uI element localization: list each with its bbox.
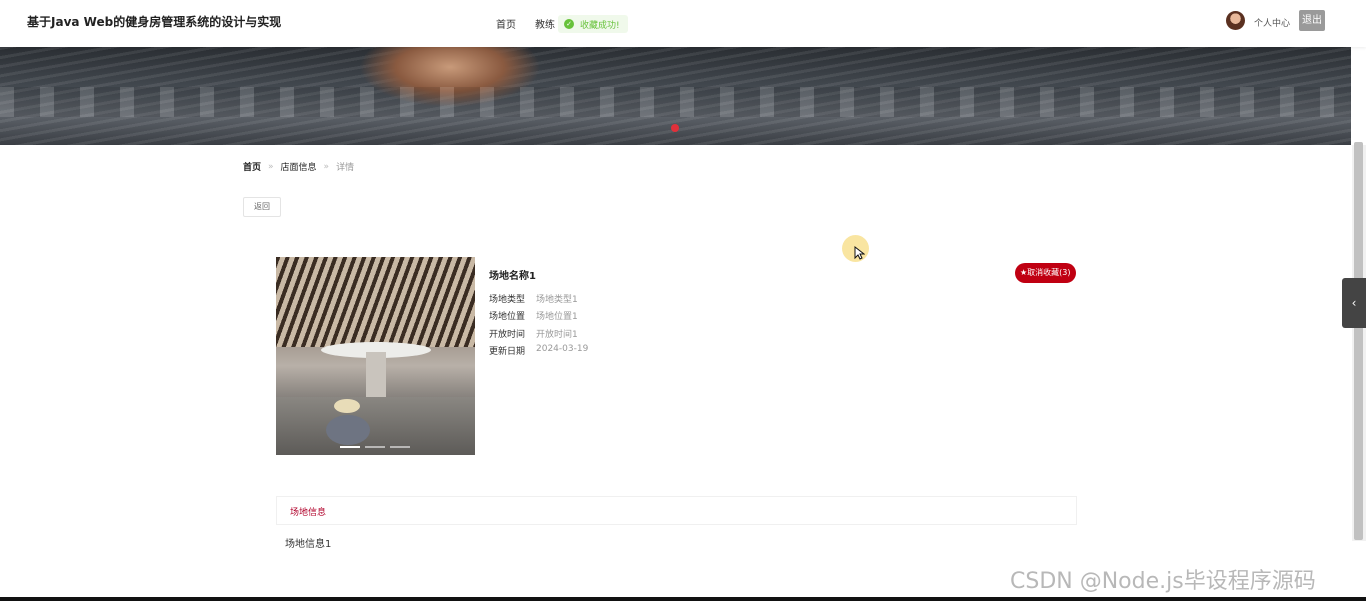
carousel-dot[interactable] bbox=[340, 446, 360, 448]
success-toast: ✓ 收藏成功! bbox=[558, 15, 628, 33]
attr-value: 开放时间1 bbox=[536, 330, 578, 340]
attr-label: 场地类型 bbox=[489, 295, 526, 305]
success-check-icon: ✓ bbox=[564, 19, 574, 29]
gym-photo-ceiling bbox=[276, 257, 475, 347]
info-tab-bar: 场地信息 bbox=[276, 496, 1077, 525]
hero-banner[interactable] bbox=[0, 47, 1351, 145]
back-button[interactable]: 返回 bbox=[243, 197, 281, 217]
carousel-dot[interactable] bbox=[390, 446, 410, 448]
venue-name: 场地名称1 bbox=[489, 271, 536, 282]
carousel-dots bbox=[340, 446, 410, 448]
mouse-pointer-icon bbox=[854, 245, 866, 264]
attr-row-type: 场地类型 场地类型1 bbox=[489, 292, 578, 305]
attr-label: 更新日期 bbox=[489, 347, 526, 357]
unfavorite-button[interactable]: ★取消收藏(3) bbox=[1015, 263, 1076, 283]
bottom-edge bbox=[0, 597, 1366, 601]
banner-water bbox=[0, 87, 1351, 117]
carousel-dot[interactable] bbox=[365, 446, 385, 448]
attr-value: 场地类型1 bbox=[536, 295, 578, 305]
breadcrumb-separator: » bbox=[268, 161, 274, 172]
attr-value: 2024-03-19 bbox=[536, 344, 589, 354]
venue-image-carousel[interactable] bbox=[276, 257, 475, 455]
nav-home[interactable]: 首页 bbox=[496, 16, 516, 31]
breadcrumb: 首页 » 店面信息 » 详情 bbox=[243, 160, 355, 174]
gym-photo-seat bbox=[326, 415, 370, 445]
avatar[interactable] bbox=[1226, 11, 1245, 30]
site-title: 基于Java Web的健身房管理系统的设计与实现 bbox=[27, 15, 282, 29]
logout-button[interactable]: 退出 bbox=[1299, 10, 1325, 31]
toast-message: 收藏成功! bbox=[580, 20, 620, 31]
user-center-link[interactable]: 个人中心 bbox=[1254, 16, 1290, 29]
attr-row-location: 场地位置 场地位置1 bbox=[489, 309, 578, 322]
chevron-left-icon[interactable]: ‹ bbox=[1342, 278, 1366, 328]
nav-coach[interactable]: 教练 bbox=[535, 16, 555, 31]
top-header: 基于Java Web的健身房管理系统的设计与实现 首页 教练 个人中心 退出 bbox=[0, 0, 1366, 47]
attr-label: 开放时间 bbox=[489, 330, 526, 340]
carousel-indicator[interactable] bbox=[671, 124, 679, 132]
breadcrumb-current: 详情 bbox=[336, 163, 355, 173]
breadcrumb-home[interactable]: 首页 bbox=[243, 160, 261, 173]
attr-row-date: 更新日期 2024-03-19 bbox=[489, 344, 588, 357]
scrollbar-thumb[interactable] bbox=[1354, 142, 1363, 540]
breadcrumb-separator: » bbox=[323, 161, 330, 172]
attr-label: 场地位置 bbox=[489, 312, 526, 322]
gym-photo-seat bbox=[334, 399, 360, 413]
attr-value: 场地位置1 bbox=[536, 312, 578, 322]
tab-venue-info[interactable]: 场地信息 bbox=[290, 505, 326, 518]
watermark: CSDN @Node.js毕设程序源码 bbox=[1010, 569, 1316, 594]
breadcrumb-section[interactable]: 店面信息 bbox=[281, 160, 317, 173]
attr-row-hours: 开放时间 开放时间1 bbox=[489, 327, 578, 340]
venue-info-content: 场地信息1 bbox=[285, 539, 332, 550]
